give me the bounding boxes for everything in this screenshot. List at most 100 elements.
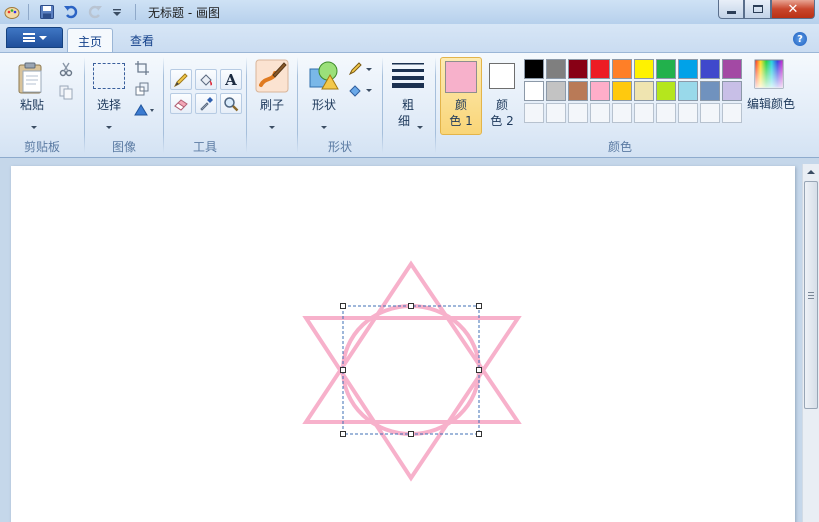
size-dropdown[interactable] [417,118,423,132]
color1-swatch[interactable] [445,61,477,93]
palette-color-swatch[interactable] [700,59,720,79]
paste-dropdown[interactable] [31,118,37,132]
palette-color-swatch[interactable] [612,81,632,101]
shapes-button[interactable] [308,59,340,96]
crop-button[interactable] [135,61,149,78]
quick-access-toolbar [0,0,142,24]
ribbon-panel: 粘贴 剪贴板 选择 图像 A 工具 刷子 形状 形状 粗 细 颜色 颜 色 1 … [0,52,819,158]
redo-icon[interactable] [87,4,103,20]
tab-view[interactable]: 查看 [120,28,164,52]
palette-color-swatch[interactable] [634,59,654,79]
cut-button[interactable] [58,61,74,80]
palette-color-swatch[interactable] [546,81,566,101]
tools-group: A 工具 [164,53,246,157]
palette-custom-slot[interactable] [656,103,676,123]
outline-button[interactable] [348,62,374,79]
select-dropdown[interactable] [106,118,112,132]
palette-custom-slot[interactable] [546,103,566,123]
brushes-dropdown[interactable] [269,118,275,132]
clipboard-group: 粘贴 剪贴板 [0,53,84,157]
palette-color-swatch[interactable] [612,59,632,79]
save-icon[interactable] [39,4,55,20]
resize-handle[interactable] [340,367,346,373]
maximize-icon [752,5,763,13]
palette-custom-slot[interactable] [700,103,720,123]
pencil-button[interactable] [170,69,192,90]
edit-colors-button[interactable] [754,59,784,92]
palette-color-swatch[interactable] [568,59,588,79]
resize-handle[interactable] [408,431,414,437]
palette-color-swatch[interactable] [590,81,610,101]
palette-color-swatch[interactable] [656,81,676,101]
eyedropper-icon [200,96,213,111]
color-palette [524,59,742,123]
size-button[interactable] [391,61,425,92]
palette-color-swatch[interactable] [722,59,742,79]
fill-shape-icon [349,85,372,97]
palette-custom-slot[interactable] [590,103,610,123]
star-upward-triangle [302,260,522,424]
palette-color-swatch[interactable] [590,59,610,79]
undo-icon[interactable] [63,4,79,20]
palette-color-swatch[interactable] [678,81,698,101]
palette-color-swatch[interactable] [722,81,742,101]
tab-home[interactable]: 主页 [67,28,114,53]
select-button[interactable] [93,63,125,89]
fill-button[interactable] [195,69,217,90]
shapes-icon [309,61,339,90]
vertical-scrollbar[interactable] [802,164,819,522]
chevron-down-icon [38,35,47,40]
minimize-button[interactable] [718,0,744,19]
size-group: 粗 细 [383,53,435,157]
palette-color-swatch[interactable] [634,81,654,101]
edit-colors-label: 编辑颜色 [746,97,795,111]
palette-color-swatch[interactable] [524,59,544,79]
drawn-ellipse [341,304,481,436]
palette-custom-slot[interactable] [678,103,698,123]
rotate-button[interactable] [133,103,155,120]
maximize-button[interactable] [744,0,771,19]
shapes-dropdown[interactable] [321,118,327,132]
palette-custom-slot[interactable] [568,103,588,123]
scroll-up-button[interactable] [803,164,819,180]
drawing-canvas[interactable] [11,166,795,522]
paint-app-icon[interactable] [4,4,20,20]
shapes-label: 形状 [311,98,336,112]
palette-custom-slot[interactable] [524,103,544,123]
resize-handle[interactable] [340,431,346,437]
paint-menu-button[interactable] [6,27,63,48]
palette-custom-slot[interactable] [722,103,742,123]
palette-color-swatch[interactable] [678,59,698,79]
palette-color-swatch[interactable] [700,81,720,101]
fill-shape-button[interactable] [348,83,374,102]
palette-custom-slot[interactable] [634,103,654,123]
help-icon[interactable]: ? [793,32,807,46]
paste-button[interactable] [14,61,48,98]
color2-swatch[interactable] [489,63,515,89]
brushes-button[interactable] [255,59,289,96]
text-button[interactable]: A [220,69,242,90]
resize-handle[interactable] [476,367,482,373]
scroll-thumb[interactable] [804,181,818,409]
palette-color-swatch[interactable] [656,59,676,79]
window-title: 无标题 - 画图 [148,5,220,20]
palette-custom-slot[interactable] [612,103,632,123]
palette-color-swatch[interactable] [546,59,566,79]
palette-color-swatch[interactable] [568,81,588,101]
resize-handle[interactable] [340,303,346,309]
resize-handle[interactable] [476,303,482,309]
resize-handle[interactable] [408,303,414,309]
title-separator [135,4,136,20]
paint-bucket-icon [200,73,213,86]
customize-dropdown-icon[interactable] [109,4,125,20]
close-button[interactable]: ✕ [771,0,815,19]
color-picker-button[interactable] [195,93,217,114]
magnifier-button[interactable] [220,93,242,114]
palette-color-swatch[interactable] [524,81,544,101]
brush-icon [255,59,289,93]
eraser-button[interactable] [170,93,192,114]
drawing-layer [302,260,522,482]
copy-button[interactable] [58,84,74,103]
resize-handle[interactable] [476,431,482,437]
resize-button[interactable] [135,82,149,99]
